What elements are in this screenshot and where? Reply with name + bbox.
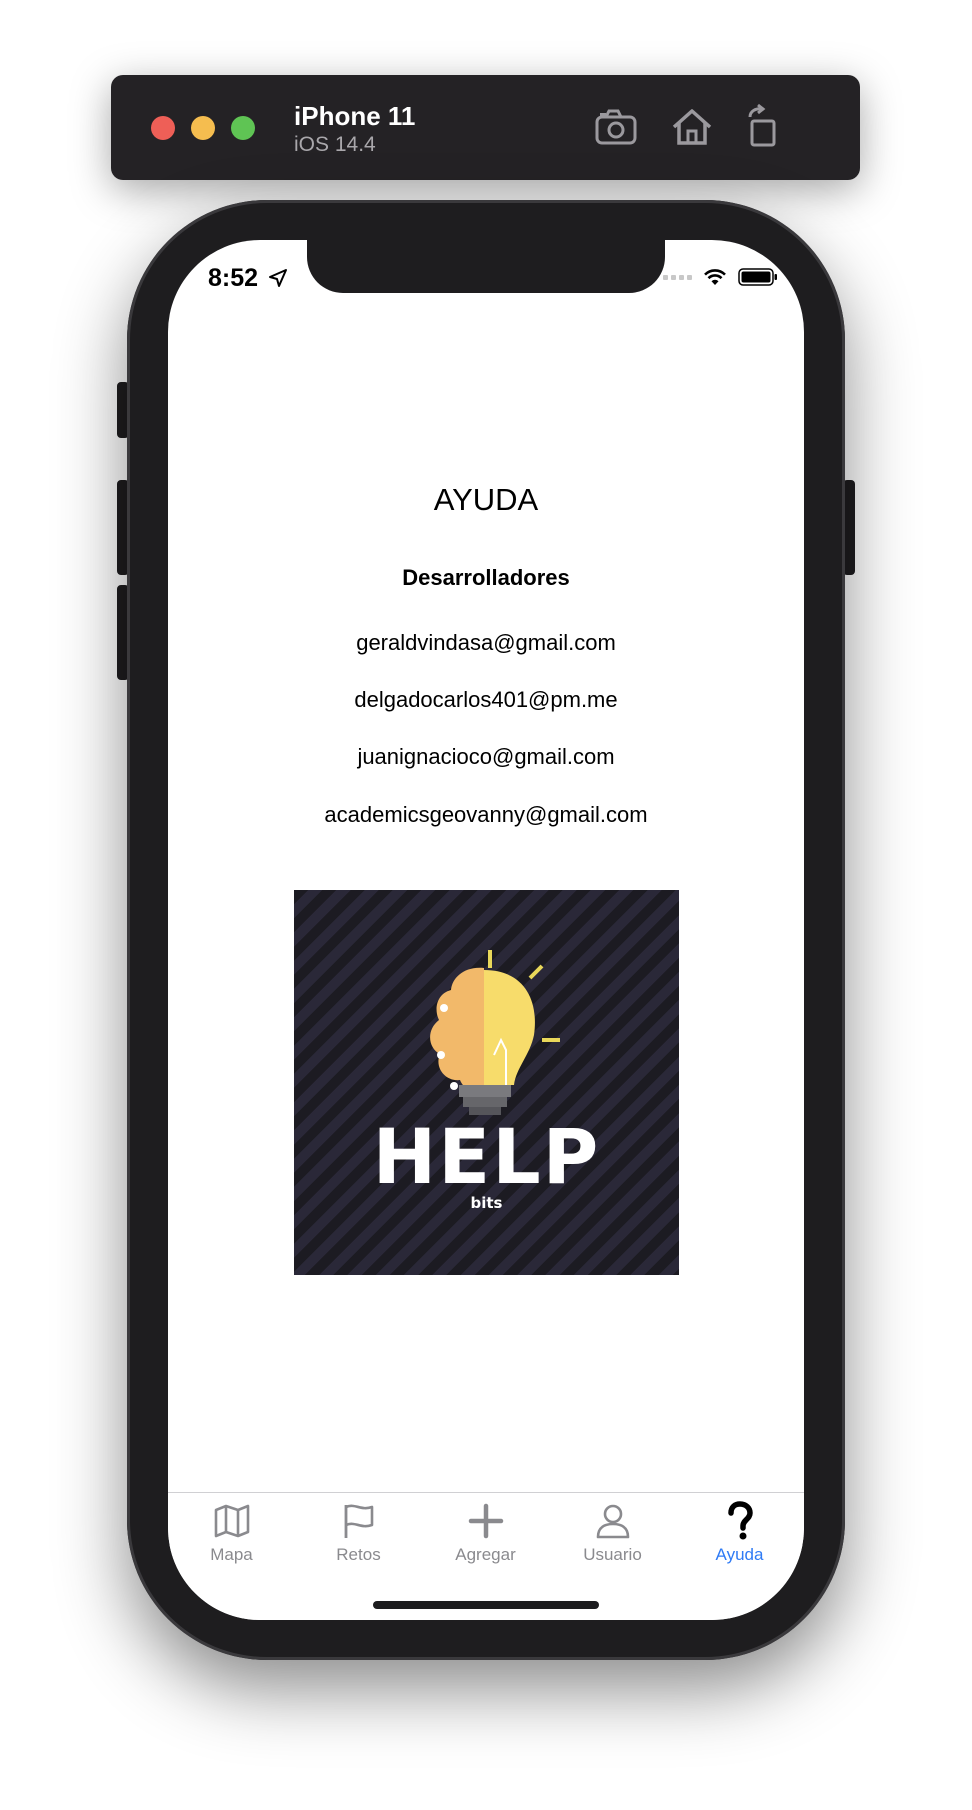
home-button[interactable] bbox=[668, 103, 716, 151]
rotate-button[interactable] bbox=[740, 103, 788, 151]
close-window-button[interactable] bbox=[151, 116, 175, 140]
phone-screen: 8:52 AYUDA Desarrolladores geraldvindasa… bbox=[168, 240, 804, 1620]
flag-icon bbox=[344, 1504, 373, 1538]
logo-subtitle: bits bbox=[470, 1194, 503, 1212]
tab-mapa[interactable]: Mapa bbox=[168, 1501, 295, 1581]
helpbits-logo: HELP bits bbox=[294, 890, 679, 1275]
tab-usuario[interactable]: Usuario bbox=[549, 1501, 676, 1581]
user-icon bbox=[596, 1504, 629, 1539]
tab-retos[interactable]: Retos bbox=[295, 1501, 422, 1581]
developers-heading: Desarrolladores bbox=[402, 565, 570, 590]
status-indicators bbox=[663, 266, 778, 288]
tab-ayuda[interactable]: Ayuda bbox=[676, 1501, 803, 1581]
zoom-window-button[interactable] bbox=[231, 116, 255, 140]
location-arrow-icon bbox=[269, 269, 287, 287]
tab-label: Usuario bbox=[583, 1545, 642, 1564]
tab-label: Ayuda bbox=[715, 1545, 764, 1564]
home-indicator[interactable] bbox=[373, 1601, 599, 1609]
developer-email: geraldvindasa@gmail.com bbox=[356, 630, 616, 655]
brain-lightbulb-icon bbox=[430, 950, 560, 1115]
tab-agregar[interactable]: Agregar bbox=[422, 1501, 549, 1581]
logo-word: HELP bbox=[372, 1112, 601, 1201]
rotate-icon bbox=[748, 103, 776, 147]
minimize-window-button[interactable] bbox=[191, 116, 215, 140]
screenshot-button[interactable] bbox=[592, 103, 640, 151]
page-title: AYUDA bbox=[433, 482, 539, 517]
status-time: 8:52 bbox=[208, 264, 259, 292]
wifi-icon bbox=[704, 269, 726, 285]
question-icon bbox=[727, 1501, 753, 1540]
home-icon bbox=[672, 109, 712, 145]
battery-icon bbox=[738, 268, 777, 286]
plus-icon bbox=[468, 1503, 503, 1539]
simulator-toolbar: iPhone 11 iOS 14.4 bbox=[111, 75, 860, 180]
device-name: iPhone 11 bbox=[294, 101, 416, 131]
developer-email: academicsgeovanny@gmail.com bbox=[324, 802, 648, 827]
tab-label: Mapa bbox=[210, 1545, 253, 1564]
os-version: iOS 14.4 bbox=[294, 133, 376, 156]
developer-email: juanignacioco@gmail.com bbox=[357, 744, 615, 769]
notch bbox=[307, 240, 665, 293]
cellular-signal-icon bbox=[663, 274, 692, 280]
tab-label: Retos bbox=[336, 1545, 381, 1564]
map-icon bbox=[214, 1504, 249, 1538]
screenshot-icon bbox=[595, 109, 637, 145]
developer-email: delgadocarlos401@pm.me bbox=[354, 687, 618, 712]
tab-label: Agregar bbox=[455, 1545, 516, 1564]
stage: iPhone 11 iOS 14.4 8:52 AYUDA Desarrolla… bbox=[0, 0, 972, 1810]
